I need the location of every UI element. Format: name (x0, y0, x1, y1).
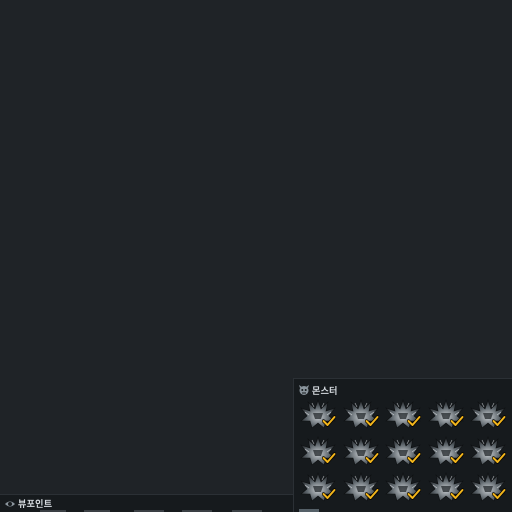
checkmark-icon (364, 415, 379, 427)
monster-slot[interactable] (299, 434, 337, 468)
checkmark-icon (492, 488, 506, 500)
monster-panel: 몬스터 (293, 378, 512, 512)
checkmark-icon (364, 451, 379, 464)
checkmark-icon (322, 415, 336, 427)
monster-panel-title: 몬스터 (312, 386, 338, 397)
checkmark-icon (449, 488, 464, 500)
monster-slot[interactable] (342, 470, 380, 504)
monster-slot[interactable] (469, 434, 507, 468)
monster-slot[interactable] (342, 434, 380, 468)
monster-slot[interactable] (384, 470, 422, 504)
monster-panel-header: 몬스터 (298, 382, 338, 398)
monster-slot[interactable] (299, 397, 337, 431)
monster-grid (299, 397, 511, 512)
viewpoint-panel: 뷰포인트 (0, 494, 293, 512)
eye-icon (5, 501, 15, 506)
checkmark-icon (407, 451, 421, 464)
game-viewport: 몬스터 뷰포인트 (0, 0, 512, 512)
monster-slot[interactable] (384, 397, 422, 431)
monster-slot[interactable] (469, 397, 507, 431)
checkmark-icon (492, 451, 506, 464)
monster-slot[interactable] (384, 434, 422, 468)
checkmark-icon (449, 415, 464, 427)
checkmark-icon (449, 451, 464, 464)
checkmark-icon (322, 488, 336, 500)
checkmark-icon (322, 451, 336, 464)
monster-head-icon (299, 385, 309, 395)
monster-slot[interactable] (427, 470, 465, 504)
monster-slot[interactable] (427, 397, 465, 431)
checkmark-icon (492, 415, 506, 427)
checkmark-icon (407, 488, 421, 500)
checkmark-icon (407, 415, 421, 427)
monster-slot[interactable] (469, 470, 507, 504)
checkmark-icon (364, 488, 379, 500)
viewpoint-panel-title: 뷰포인트 (18, 500, 53, 510)
monster-slot[interactable] (299, 470, 337, 504)
monster-slot[interactable] (427, 434, 465, 468)
viewpoint-panel-header: 뷰포인트 (4, 496, 52, 511)
monster-slot[interactable] (342, 397, 380, 431)
